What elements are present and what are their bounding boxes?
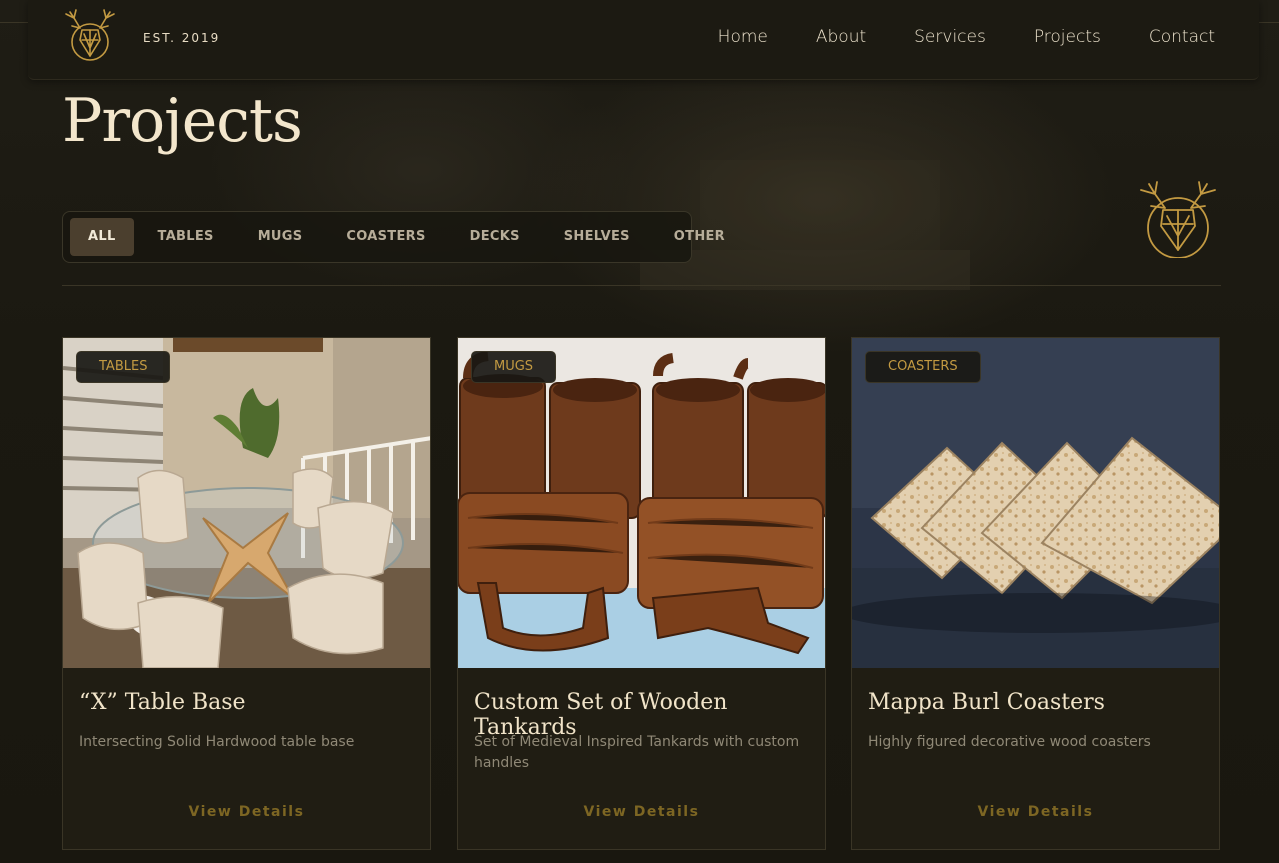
filter-all[interactable]: ALL	[70, 218, 134, 256]
nav-link-about[interactable]: About	[816, 27, 866, 47]
main-nav: Home About Services Projects Contact	[718, 27, 1215, 47]
deer-emblem-icon	[1140, 181, 1216, 258]
section-divider	[62, 285, 1221, 286]
nav-link-services[interactable]: Services	[914, 27, 986, 47]
site-header: EST. 2019 Home About Services Projects C…	[28, 0, 1259, 80]
view-details-link[interactable]: View Details	[63, 804, 430, 820]
project-title: “X” Table Base	[79, 690, 246, 715]
project-description: Set of Medieval Inspired Tankards with c…	[474, 734, 800, 771]
filter-decks[interactable]: DECKS	[450, 218, 540, 256]
deer-logo-icon[interactable]	[56, 4, 124, 64]
filter-tables[interactable]: TABLES	[138, 218, 234, 256]
page-title: Projects	[62, 86, 303, 156]
project-photo-table	[63, 338, 430, 668]
project-description: Highly figured decorative wood coasters	[868, 734, 1151, 750]
edge-line-right	[1259, 22, 1279, 23]
project-title: Mappa Burl Coasters	[868, 690, 1105, 715]
category-badge: TABLES	[76, 351, 171, 383]
category-badge: MUGS	[471, 351, 557, 383]
edge-line-left	[0, 22, 28, 23]
nav-link-projects[interactable]: Projects	[1034, 27, 1101, 47]
view-details-link[interactable]: View Details	[458, 804, 825, 820]
filter-coasters[interactable]: COASTERS	[326, 218, 445, 256]
nav-link-home[interactable]: Home	[718, 27, 768, 47]
project-card[interactable]: COASTERS Mappa Burl Coasters Highly figu…	[851, 337, 1220, 850]
project-photo-tankards	[458, 338, 825, 668]
project-card[interactable]: TABLES “X” Table Base Intersecting Solid…	[62, 337, 431, 850]
project-photo-coasters	[852, 338, 1219, 668]
nav-link-contact[interactable]: Contact	[1149, 27, 1215, 47]
established-tagline: EST. 2019	[143, 31, 221, 45]
category-badge: COASTERS	[865, 351, 981, 383]
filter-mugs[interactable]: MUGS	[238, 218, 323, 256]
category-filter-bar: ALL TABLES MUGS COASTERS DECKS SHELVES O…	[62, 211, 725, 263]
filter-other[interactable]: OTHER	[654, 218, 745, 256]
project-description: Intersecting Solid Hardwood table base	[79, 734, 355, 750]
project-card[interactable]: MUGS Custom Set of Wooden Tankards Set o…	[457, 337, 826, 850]
view-details-link[interactable]: View Details	[852, 804, 1219, 820]
filter-shelves[interactable]: SHELVES	[544, 218, 650, 256]
